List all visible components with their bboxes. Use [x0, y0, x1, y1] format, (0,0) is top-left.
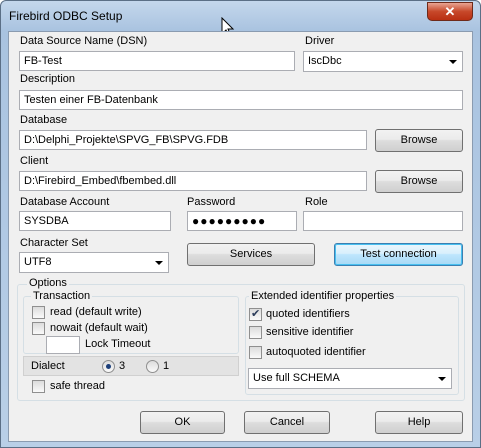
- dialect-label: Dialect: [31, 360, 65, 372]
- safe-thread-label: safe thread: [50, 380, 106, 392]
- quoted-identifiers-checkbox[interactable]: [249, 307, 262, 321]
- role-label: Role: [305, 196, 328, 208]
- nowait-checkbox[interactable]: [32, 322, 45, 335]
- dialect-3-radio[interactable]: [102, 360, 115, 373]
- nowait-label: nowait (default wait): [50, 322, 148, 334]
- sensitive-identifier-label: sensitive identifier: [266, 326, 354, 338]
- dialect-3-label: 3: [119, 360, 126, 372]
- transaction-title: Transaction: [31, 290, 93, 302]
- read-checkbox[interactable]: [32, 306, 45, 319]
- role-input[interactable]: [303, 211, 463, 231]
- charset-select[interactable]: UTF8: [19, 252, 169, 273]
- account-label: Database Account: [20, 196, 110, 208]
- charset-label: Character Set: [20, 237, 88, 249]
- client-label: Client: [20, 155, 49, 167]
- window-title: Firebird ODBC Setup: [9, 9, 123, 23]
- driver-value: IscDbc: [308, 55, 342, 67]
- quoted-identifiers-label: quoted identifiers: [266, 308, 350, 320]
- client-input[interactable]: D:\Firebird_Embed\fbembed.dll: [19, 171, 367, 191]
- setup-window: Firebird ODBC Setup ✕ Data Source Name (…: [0, 0, 481, 448]
- charset-value: UTF8: [24, 256, 52, 268]
- autoquoted-identifier-label: autoquoted identifier: [266, 346, 366, 358]
- lock-timeout-label: Lock Timeout: [85, 338, 151, 350]
- lock-timeout-input[interactable]: [46, 336, 80, 354]
- dsn-label: Data Source Name (DSN): [20, 35, 148, 47]
- dialect-1-radio[interactable]: [146, 360, 159, 373]
- schema-select[interactable]: Use full SCHEMA: [248, 368, 452, 389]
- extended-title: Extended identifier properties: [249, 290, 397, 302]
- options-title: Options: [27, 277, 69, 289]
- ok-button[interactable]: OK: [140, 411, 225, 434]
- title-bar[interactable]: Firebird ODBC Setup ✕: [1, 1, 480, 31]
- database-input[interactable]: D:\Delphi_Projekte\SPVG_FB\SPVG.FDB: [19, 130, 367, 150]
- chevron-down-icon: [449, 60, 457, 64]
- help-button[interactable]: Help: [375, 411, 463, 434]
- autoquoted-identifier-checkbox[interactable]: [249, 346, 262, 359]
- test-connection-button[interactable]: Test connection: [334, 243, 463, 266]
- close-button[interactable]: ✕: [427, 2, 473, 21]
- safe-thread-checkbox[interactable]: [32, 380, 45, 393]
- driver-select[interactable]: IscDbc: [303, 51, 463, 72]
- sensitive-identifier-checkbox[interactable]: [249, 326, 262, 339]
- password-input[interactable]: ●●●●●●●●●: [187, 211, 297, 231]
- dialog-body: Data Source Name (DSN) FB-Test Driver Is…: [8, 31, 473, 442]
- driver-label: Driver: [305, 35, 335, 47]
- client-browse-button[interactable]: Browse: [375, 170, 463, 193]
- cancel-button[interactable]: Cancel: [244, 411, 330, 434]
- description-input[interactable]: Testen einer FB-Datenbank: [19, 90, 463, 110]
- account-input[interactable]: SYSDBA: [19, 211, 171, 231]
- database-label: Database: [20, 114, 68, 126]
- chevron-down-icon: [155, 261, 163, 265]
- description-label: Description: [20, 73, 76, 85]
- dialect-1-label: 1: [163, 360, 170, 372]
- read-label: read (default write): [50, 306, 142, 318]
- dsn-input[interactable]: FB-Test: [19, 51, 295, 71]
- database-browse-button[interactable]: Browse: [375, 129, 463, 152]
- schema-value: Use full SCHEMA: [253, 372, 340, 384]
- services-button[interactable]: Services: [187, 243, 315, 266]
- password-label: Password: [187, 196, 236, 208]
- chevron-down-icon: [438, 377, 446, 381]
